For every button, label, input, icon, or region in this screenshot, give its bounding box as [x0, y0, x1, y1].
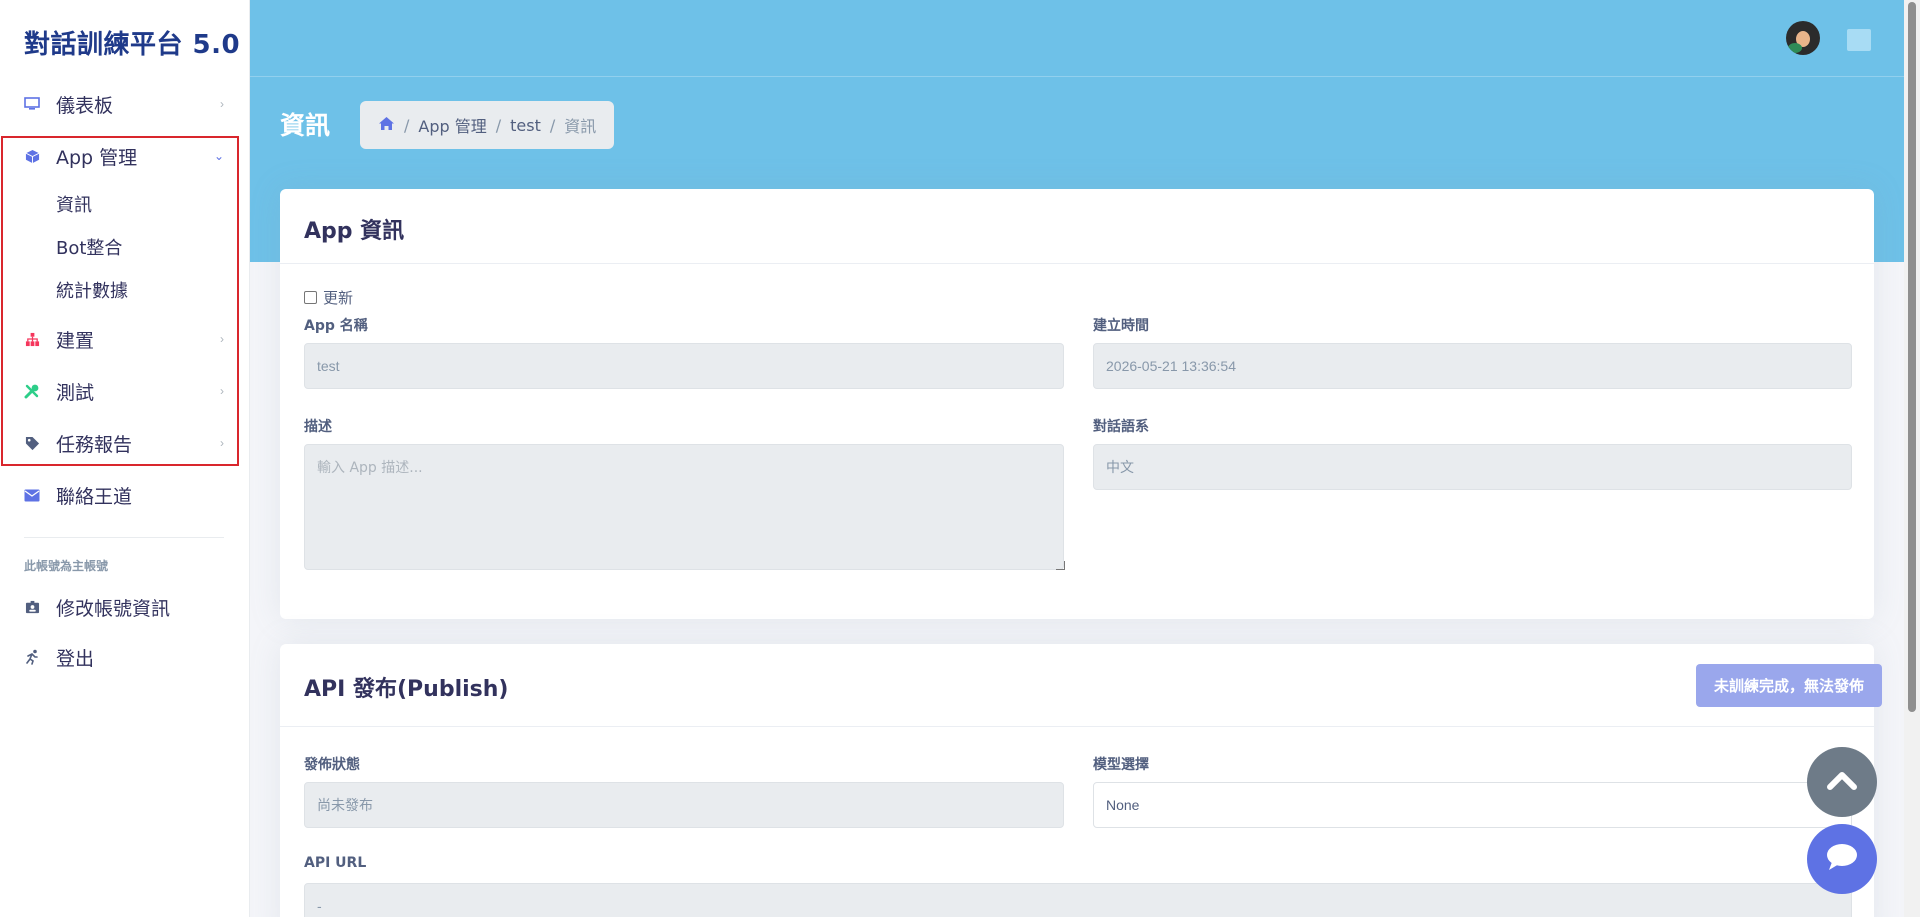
sidebar-item-label: 建置 — [56, 329, 95, 352]
page-scrollbar[interactable] — [1904, 0, 1920, 917]
sidebar-subitem-bot-integration[interactable]: Bot整合 — [56, 234, 122, 260]
chevron-down-icon: ⌄ — [213, 149, 224, 163]
sidebar-item-label: 聯絡王道 — [56, 485, 133, 508]
language-field: 中文 — [1093, 444, 1852, 490]
sitemap-icon — [24, 331, 40, 347]
home-icon[interactable] — [378, 116, 395, 135]
chevron-right-icon: › — [220, 436, 224, 450]
account-section-label: 此帳號為主帳號 — [24, 559, 109, 573]
menu-toggle-button[interactable] — [1847, 29, 1871, 51]
breadcrumb-separator: / — [549, 115, 556, 135]
app-name-label: App 名稱 — [304, 318, 368, 334]
update-checkbox-label: 更新 — [323, 289, 354, 307]
sidebar-item-dashboard[interactable]: 儀表板 › — [0, 79, 250, 129]
topbar-divider — [250, 76, 1904, 77]
scroll-to-top-button[interactable] — [1807, 747, 1877, 817]
update-checkbox-wrap[interactable]: 更新 — [304, 287, 353, 308]
api-url-field: - — [304, 883, 1852, 917]
description-textarea[interactable]: 輸入 App 描述... — [304, 444, 1064, 570]
sidebar-item-label: App 管理 — [56, 146, 138, 169]
textarea-resize-handle[interactable] — [1056, 561, 1065, 570]
publish-button[interactable]: 未訓練完成，無法發佈 — [1696, 664, 1882, 707]
sidebar-item-task-report[interactable]: 任務報告 › — [0, 418, 250, 468]
tag-icon — [24, 435, 40, 451]
id-card-icon — [24, 599, 40, 615]
breadcrumb-app-management[interactable]: App 管理 — [418, 113, 486, 137]
sidebar-item-contact[interactable]: 聯絡王道 — [0, 470, 250, 520]
chat-bubble-icon — [1825, 842, 1859, 877]
chat-button[interactable] — [1807, 824, 1877, 894]
tools-icon — [24, 383, 40, 399]
main-content: 資訊 / App 管理 / test / 資訊 App 資訊 更新 App 名稱… — [250, 0, 1904, 917]
breadcrumb-separator: / — [404, 115, 410, 135]
chevron-right-icon: › — [220, 384, 224, 398]
breadcrumb: / App 管理 / test / 資訊 — [360, 101, 615, 149]
publish-status-label: 發佈狀態 — [304, 757, 360, 773]
model-select[interactable]: None — [1093, 782, 1852, 828]
chevron-up-icon — [1827, 770, 1857, 795]
sidebar-item-test[interactable]: 測試 › — [0, 366, 250, 416]
chevron-right-icon: › — [220, 97, 224, 111]
card-header: API 發布(Publish) 未訓練完成，無法發佈 — [280, 644, 1882, 727]
update-checkbox[interactable] — [304, 291, 317, 304]
chevron-right-icon: › — [220, 332, 224, 346]
created-time-label: 建立時間 — [1093, 318, 1149, 334]
sidebar-item-label: 任務報告 — [56, 433, 133, 456]
sidebar-item-label: 測試 — [56, 381, 95, 404]
cube-icon — [24, 148, 40, 164]
sidebar-item-build[interactable]: 建置 › — [0, 314, 250, 364]
monitor-icon — [24, 96, 40, 112]
sidebar-subitem-statistics[interactable]: 統計數據 — [56, 277, 128, 303]
scrollbar-thumb[interactable] — [1908, 2, 1916, 712]
sidebar-subitem-info[interactable]: 資訊 — [56, 191, 92, 217]
sidebar-item-app-management[interactable]: App 管理 ⌄ — [0, 131, 250, 181]
card-header: App 資訊 — [280, 189, 1874, 264]
sidebar-item-label: 儀表板 — [56, 94, 114, 117]
sidebar-divider — [24, 537, 224, 538]
brand-title[interactable]: 對話訓練平台 5.0 — [24, 24, 240, 61]
running-icon — [24, 649, 40, 665]
sidebar-item-label: 修改帳號資訊 — [56, 597, 171, 620]
app-name-field: test — [304, 343, 1064, 389]
card-title: App 資訊 — [304, 219, 405, 244]
breadcrumb-current: 資訊 — [564, 117, 597, 136]
breadcrumb-app-name[interactable]: test — [510, 116, 541, 135]
envelope-icon — [24, 487, 40, 503]
description-label: 描述 — [304, 419, 332, 435]
api-publish-card: API 發布(Publish) 未訓練完成，無法發佈 發佈狀態 尚未發布 模型選… — [280, 644, 1882, 917]
breadcrumb-separator: / — [495, 115, 502, 135]
app-info-card: App 資訊 更新 App 名稱 test 建立時間 2026-05-21 13… — [280, 189, 1874, 619]
language-label: 對話語系 — [1093, 419, 1149, 435]
model-select-label: 模型選擇 — [1093, 757, 1149, 773]
api-url-label: API URL — [304, 855, 367, 871]
sidebar-item-logout[interactable]: 登出 — [0, 632, 250, 682]
sidebar-item-edit-account[interactable]: 修改帳號資訊 — [0, 582, 250, 632]
sidebar: 對話訓練平台 5.0 儀表板 › App 管理 ⌄ 資訊 Bot整合 統計數據 … — [0, 0, 250, 917]
card-title: API 發布(Publish) — [304, 677, 509, 702]
sidebar-item-label: 登出 — [56, 647, 95, 670]
publish-status-field: 尚未發布 — [304, 782, 1064, 828]
page-title: 資訊 — [280, 111, 331, 140]
avatar[interactable] — [1786, 21, 1820, 55]
created-time-field: 2026-05-21 13:36:54 — [1093, 343, 1852, 389]
